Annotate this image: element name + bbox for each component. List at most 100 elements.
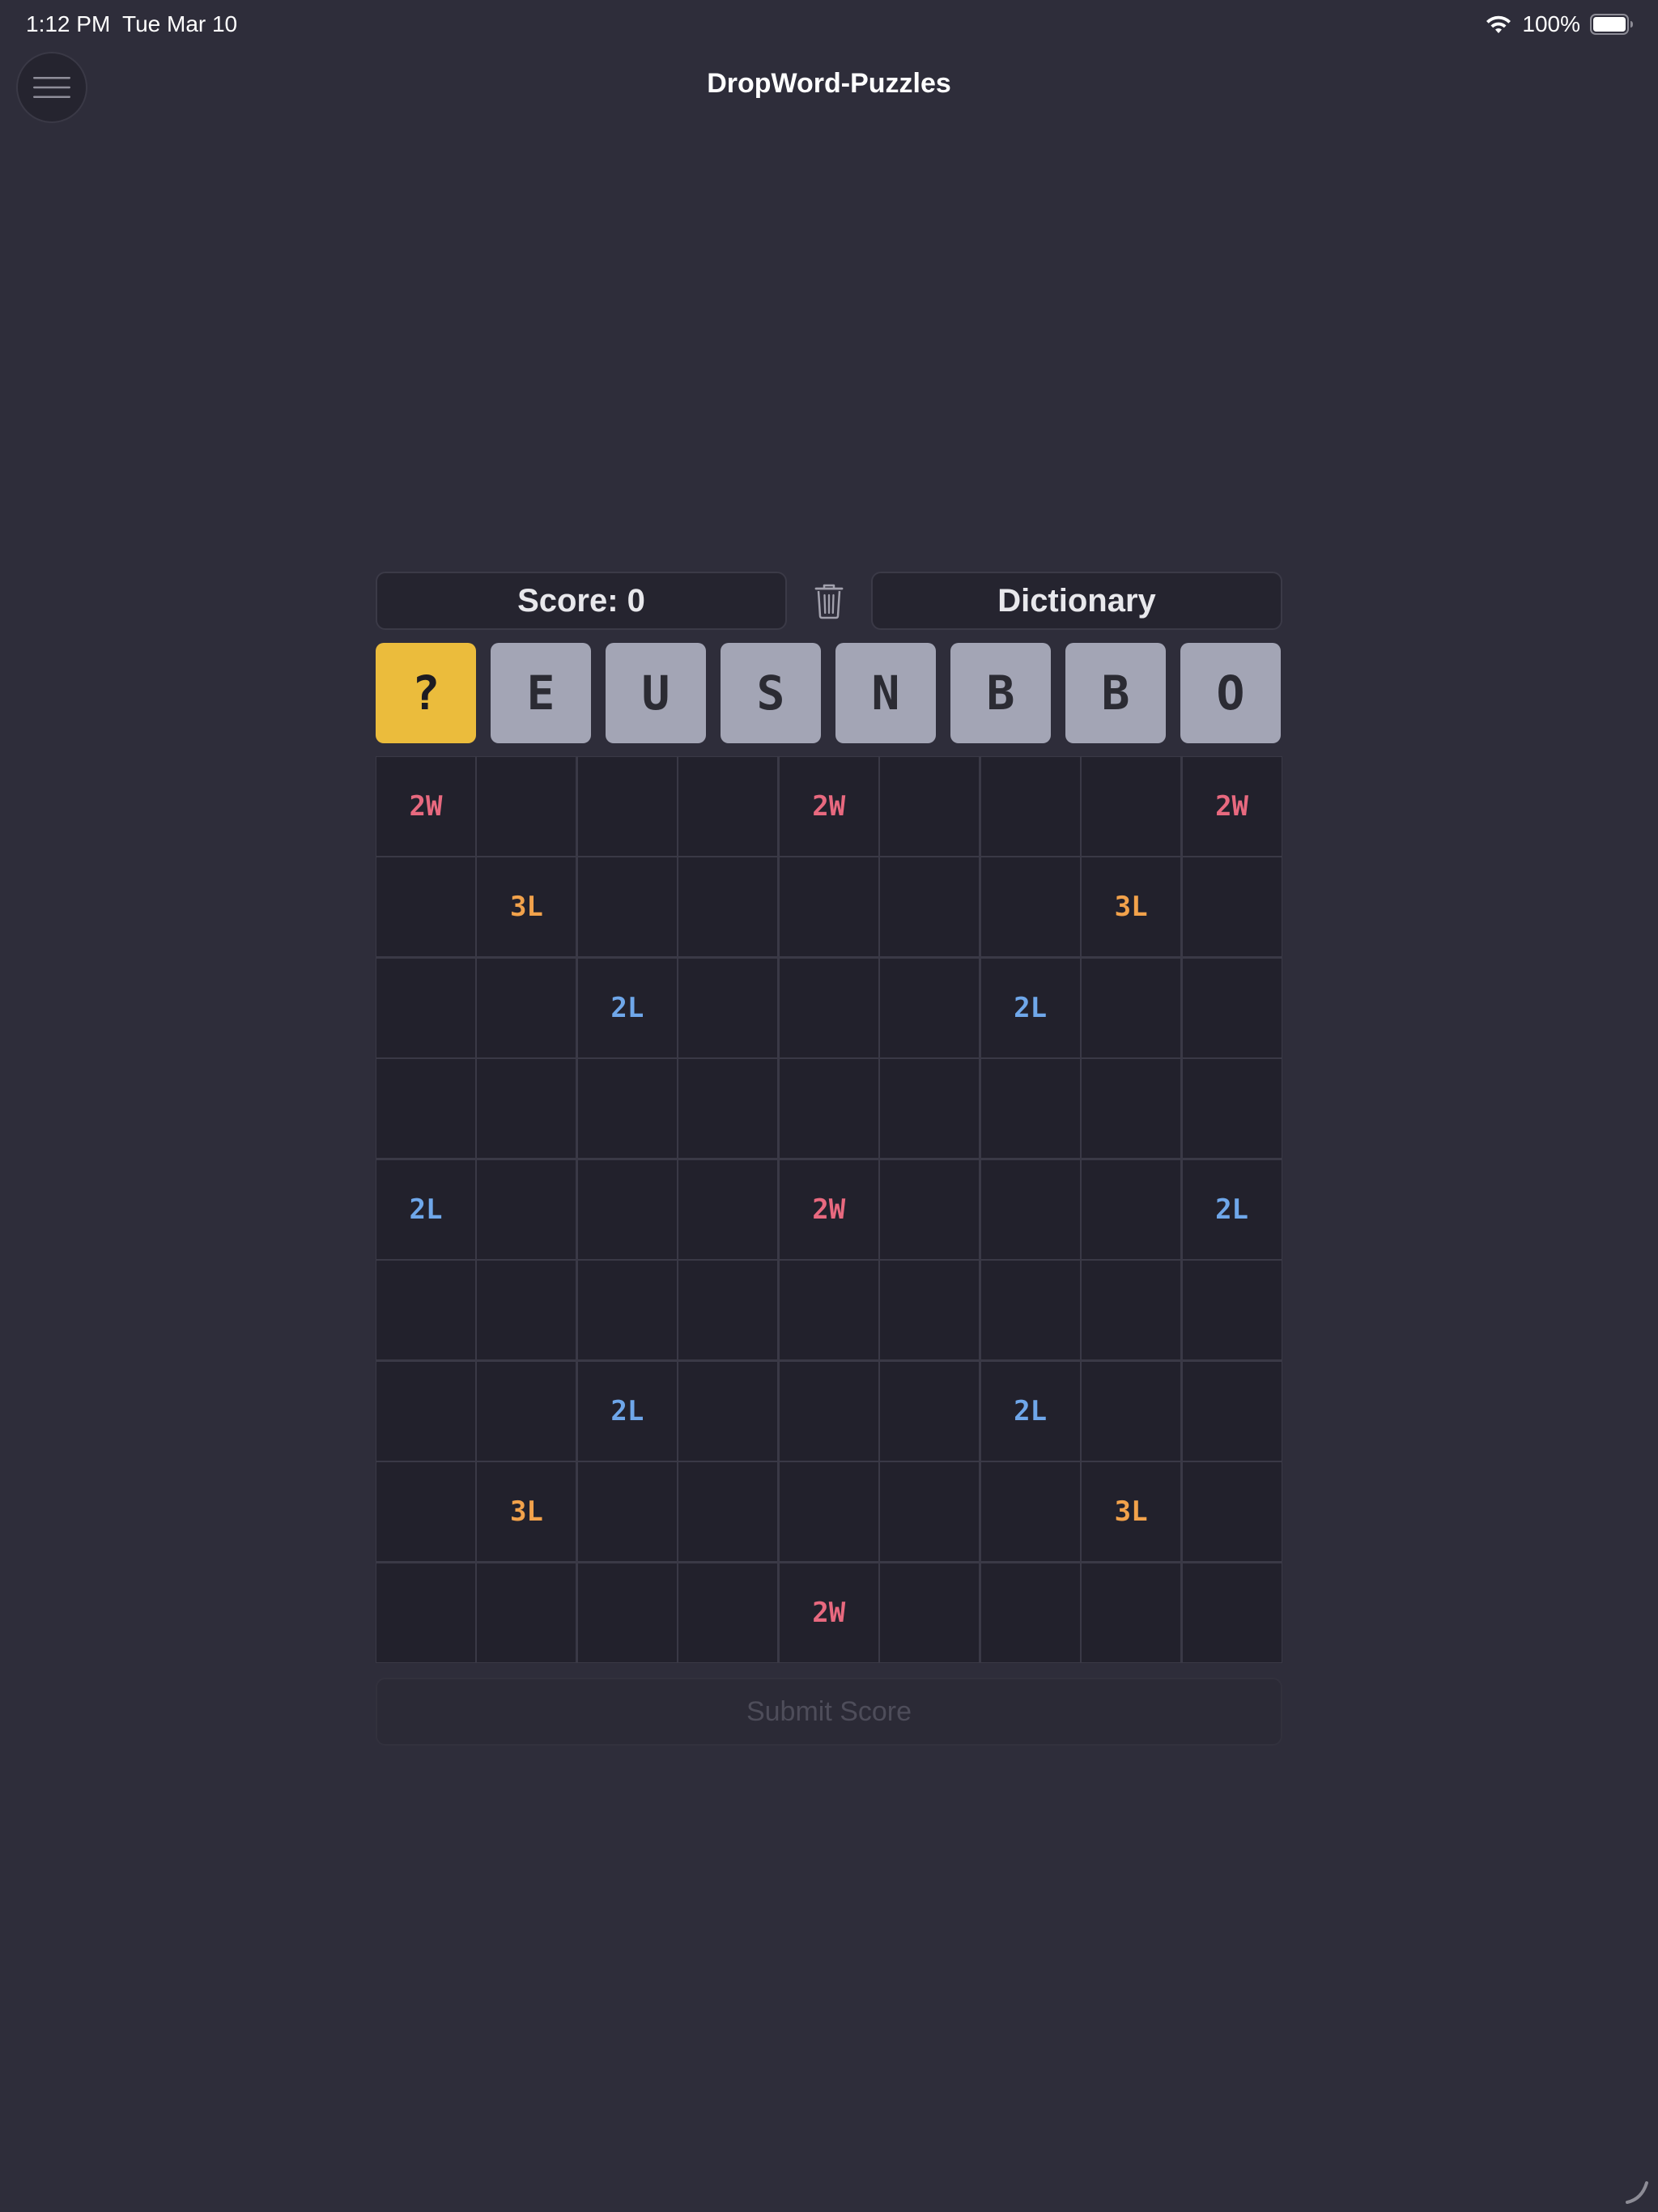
board-cell[interactable] (577, 1563, 677, 1662)
board-cell[interactable] (376, 1462, 475, 1562)
board-cell[interactable] (779, 958, 878, 1057)
rack-tile-blank[interactable]: ? (376, 643, 476, 743)
board-cell[interactable] (678, 857, 778, 957)
board-cell[interactable] (980, 1059, 1080, 1159)
board-cell[interactable] (477, 1261, 576, 1360)
wifi-icon (1485, 14, 1512, 35)
board-cell[interactable] (880, 1059, 980, 1159)
board-cell[interactable] (1082, 1159, 1181, 1259)
board-cell[interactable] (880, 1361, 980, 1461)
board-cell[interactable] (477, 1361, 576, 1461)
board-cell[interactable] (980, 1159, 1080, 1259)
board-cell[interactable] (1182, 958, 1282, 1057)
board-cell[interactable] (1182, 1059, 1282, 1159)
board-cell[interactable] (880, 1261, 980, 1360)
board-cell-2w[interactable]: 2W (779, 1159, 878, 1259)
battery-percent: 100% (1522, 11, 1580, 36)
tile-rack: ? E U S N B B O (376, 643, 1282, 743)
board-cell[interactable] (477, 958, 576, 1057)
board-cell-2w[interactable]: 2W (779, 1563, 878, 1662)
board-cell[interactable] (376, 1261, 475, 1360)
board-cell[interactable] (678, 1159, 778, 1259)
board-cell[interactable] (376, 958, 475, 1057)
submit-score-button[interactable]: Submit Score (376, 1678, 1282, 1746)
board-cell[interactable] (477, 1159, 576, 1259)
board-cell[interactable] (1182, 1361, 1282, 1461)
score-display: Score: 0 (376, 572, 787, 630)
board-cell[interactable] (678, 757, 778, 856)
board-cell[interactable] (1082, 1563, 1181, 1662)
board-cell[interactable] (678, 1059, 778, 1159)
board-cell[interactable] (980, 1563, 1080, 1662)
board-cell[interactable] (1082, 1059, 1181, 1159)
board-cell[interactable] (880, 1159, 980, 1259)
board-cell[interactable] (376, 1563, 475, 1662)
board-cell[interactable] (779, 1361, 878, 1461)
board-cell[interactable] (678, 1563, 778, 1662)
rack-tile[interactable]: E (491, 643, 591, 743)
board-cell[interactable] (577, 1059, 677, 1159)
board-cell[interactable] (577, 857, 677, 957)
rack-tile[interactable]: B (950, 643, 1051, 743)
board-cell[interactable] (577, 1462, 677, 1562)
board-cell[interactable] (779, 1059, 878, 1159)
rack-tile[interactable]: U (606, 643, 706, 743)
board-cell-2w[interactable]: 2W (1182, 757, 1282, 856)
board-cell[interactable] (880, 857, 980, 957)
game-board: 2W 2W 2W 3L 3L 2L 2L 2L 2W 2L 2L 2L 3L 3L 2W (376, 756, 1282, 1663)
board-cell[interactable] (376, 1361, 475, 1461)
board-cell[interactable] (577, 1261, 677, 1360)
board-cell[interactable] (1082, 1361, 1181, 1461)
board-cell[interactable] (1182, 1462, 1282, 1562)
board-cell[interactable] (477, 757, 576, 856)
board-cell[interactable] (980, 1261, 1080, 1360)
board-cell-2l[interactable]: 2L (980, 1361, 1080, 1461)
board-cell[interactable] (577, 1159, 677, 1259)
board-cell[interactable] (1082, 1261, 1181, 1360)
board-cell[interactable] (1082, 958, 1181, 1057)
rack-tile[interactable]: S (721, 643, 821, 743)
board-cell-2l[interactable]: 2L (980, 958, 1080, 1057)
board-cell-2l[interactable]: 2L (577, 1361, 677, 1461)
board-cell-2l[interactable]: 2L (577, 958, 677, 1057)
board-cell[interactable] (1182, 857, 1282, 957)
rack-tile[interactable]: O (1180, 643, 1281, 743)
board-cell[interactable] (577, 757, 677, 856)
board-cell[interactable] (980, 857, 1080, 957)
board-cell[interactable] (880, 757, 980, 856)
board-cell[interactable] (779, 1261, 878, 1360)
status-time: 1:12 PM (26, 11, 111, 36)
trash-button[interactable] (801, 576, 857, 627)
board-cell[interactable] (880, 1563, 980, 1662)
board-cell[interactable] (376, 1059, 475, 1159)
board-cell[interactable] (678, 1462, 778, 1562)
dictionary-button[interactable]: Dictionary (871, 572, 1282, 630)
board-cell[interactable] (678, 1261, 778, 1360)
board-cell[interactable] (477, 1563, 576, 1662)
rack-tile[interactable]: B (1065, 643, 1166, 743)
board-cell-2w[interactable]: 2W (376, 757, 475, 856)
rack-tile[interactable]: N (835, 643, 936, 743)
board-cell-2w[interactable]: 2W (779, 757, 878, 856)
board-cell[interactable] (376, 857, 475, 957)
board-cell[interactable] (880, 958, 980, 1057)
board-cell-2l[interactable]: 2L (376, 1159, 475, 1259)
board-cell-3l[interactable]: 3L (477, 857, 576, 957)
board-cell[interactable] (678, 1361, 778, 1461)
board-cell[interactable] (980, 757, 1080, 856)
board-cell[interactable] (1182, 1261, 1282, 1360)
board-cell[interactable] (980, 1462, 1080, 1562)
board-cell[interactable] (880, 1462, 980, 1562)
board-cell-3l[interactable]: 3L (1082, 1462, 1181, 1562)
board-cell[interactable] (1182, 1563, 1282, 1662)
board-cell[interactable] (779, 857, 878, 957)
board-cell[interactable] (779, 1462, 878, 1562)
board-cell-2l[interactable]: 2L (1182, 1159, 1282, 1259)
resize-handle-icon[interactable] (1622, 2176, 1652, 2206)
board-cell[interactable] (1082, 757, 1181, 856)
status-date: Tue Mar 10 (122, 11, 238, 36)
board-cell[interactable] (477, 1059, 576, 1159)
board-cell-3l[interactable]: 3L (477, 1462, 576, 1562)
board-cell[interactable] (678, 958, 778, 1057)
board-cell-3l[interactable]: 3L (1082, 857, 1181, 957)
